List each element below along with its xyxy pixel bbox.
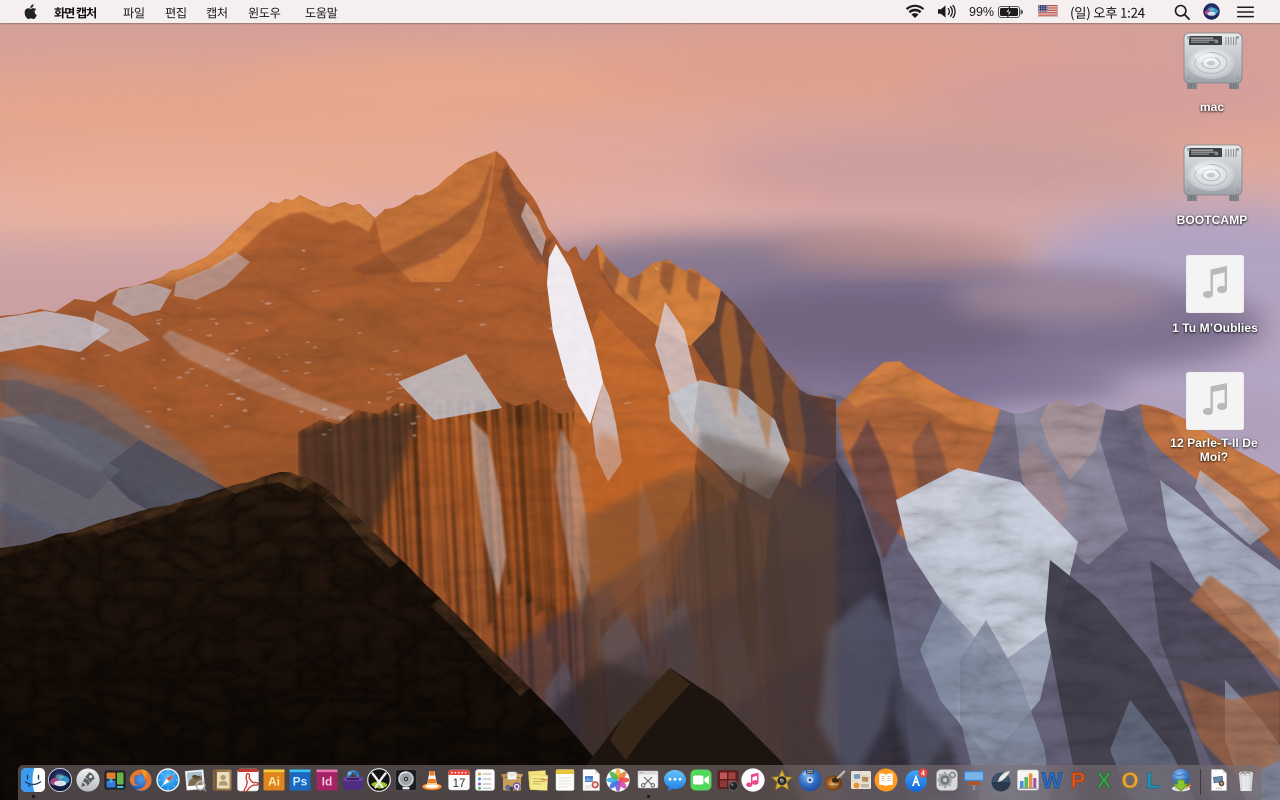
svg-text:Free: Free: [541, 778, 548, 782]
svg-text:17: 17: [452, 778, 465, 790]
svg-text:Ai: Ai: [268, 775, 280, 789]
svg-text:W: W: [1042, 768, 1063, 792]
svg-text:Id: Id: [322, 775, 333, 789]
svg-text:4: 4: [921, 770, 925, 777]
svg-text:Q: Q: [513, 782, 519, 791]
svg-text:O: O: [1121, 768, 1138, 792]
svg-text:Ps: Ps: [293, 775, 308, 789]
svg-text:P: P: [1071, 768, 1086, 792]
svg-text:L: L: [1146, 768, 1159, 792]
svg-text:X: X: [1097, 768, 1112, 792]
